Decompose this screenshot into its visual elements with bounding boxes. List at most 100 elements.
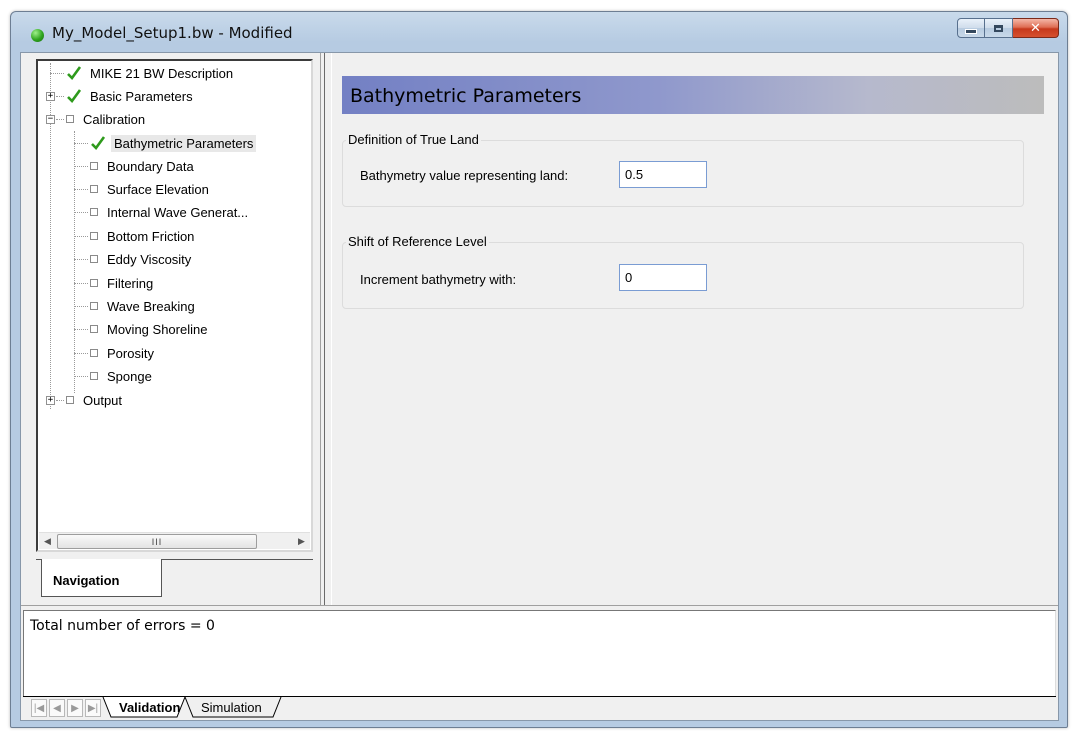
tree-item-label: Eddy Viscosity — [107, 251, 192, 267]
increment-bathymetry-input[interactable] — [619, 264, 707, 291]
main-panel: Bathymetric Parameters Definition of Tru… — [333, 53, 1058, 605]
tree-line — [74, 329, 88, 330]
tree-item-label: Surface Elevation — [107, 181, 209, 197]
tree-item-bottom-friction[interactable]: Bottom Friction — [38, 224, 197, 248]
page-title: Bathymetric Parameters — [342, 76, 1044, 114]
tree-item-label: Sponge — [107, 368, 152, 384]
tree-item-porosity[interactable]: Porosity — [38, 341, 157, 365]
tree-line — [74, 189, 88, 190]
app-window: My_Model_Setup1.bw - Modified ✕ MIKE 21 … — [10, 11, 1068, 728]
error-count-text: Total number of errors = 0 — [30, 618, 215, 634]
tree-item-bathymetric-parameters[interactable]: Bathymetric Parameters — [38, 131, 257, 155]
tree-item-label: Basic Parameters — [90, 88, 193, 104]
close-icon: ✕ — [1030, 20, 1041, 35]
minimize-button[interactable] — [957, 18, 985, 38]
unchecked-box-icon — [90, 349, 98, 357]
prev-tab-icon[interactable]: ◀ — [49, 699, 65, 717]
unchecked-box-icon — [90, 185, 98, 193]
tree-item-label: MIKE 21 BW Description — [90, 65, 234, 81]
pane-splitter[interactable] — [320, 53, 332, 605]
tree-line — [74, 166, 88, 167]
unchecked-box-icon — [66, 115, 74, 123]
tree-item-label: Bottom Friction — [107, 228, 195, 244]
first-tab-icon[interactable]: |◀ — [31, 699, 47, 717]
navigation-tree[interactable]: MIKE 21 BW Description + Basic Parameter… — [36, 59, 313, 552]
minimize-icon — [965, 28, 977, 34]
tree-item-moving-shoreline[interactable]: Moving Shoreline — [38, 317, 210, 341]
tree-item-internal-wave-generation[interactable]: Internal Wave Generat... — [38, 200, 251, 224]
output-log[interactable]: Total number of errors = 0 — [23, 610, 1056, 696]
tree-item-label: Output — [83, 392, 123, 408]
output-tabstrip: |◀ ◀ ▶ ▶| Validation Simulation — [23, 696, 1056, 720]
tree-item-label: Boundary Data — [107, 158, 194, 174]
tree-item-basic-parameters[interactable]: + Basic Parameters — [38, 84, 196, 108]
title-bar[interactable]: My_Model_Setup1.bw - Modified ✕ — [11, 12, 1067, 52]
tree-line — [74, 376, 88, 377]
close-button[interactable]: ✕ — [1013, 18, 1059, 38]
window-controls: ✕ — [957, 18, 1059, 40]
tree-line — [50, 73, 64, 74]
tree-line — [56, 400, 64, 401]
tree-item-label: Filtering — [107, 275, 154, 291]
tree-line — [74, 143, 88, 144]
reference-level-group: Shift of Reference Level Increment bathy… — [342, 234, 1024, 309]
check-icon — [67, 66, 82, 80]
check-icon — [67, 89, 82, 103]
tree-item-label: Calibration — [83, 111, 146, 127]
tab-simulation[interactable]: Simulation — [201, 697, 262, 719]
expand-icon[interactable]: + — [46, 396, 55, 405]
tree-item-mike21-description[interactable]: MIKE 21 BW Description — [38, 61, 236, 85]
scroll-thumb[interactable]: III — [57, 534, 257, 549]
scroll-right-icon[interactable]: ▶ — [293, 533, 310, 550]
check-icon — [91, 136, 106, 150]
tab-navigation[interactable]: Navigation — [41, 559, 162, 597]
group-legend: Shift of Reference Level — [346, 234, 489, 249]
land-bathymetry-input[interactable] — [619, 161, 707, 188]
tree-item-label: Wave Breaking — [107, 298, 195, 314]
unchecked-box-icon — [66, 396, 74, 404]
tree-line — [74, 212, 88, 213]
tree-line — [56, 119, 64, 120]
tree-item-boundary-data[interactable]: Boundary Data — [38, 154, 197, 178]
tree-line — [74, 306, 88, 307]
tree-item-label: Internal Wave Generat... — [107, 204, 249, 220]
expand-icon[interactable]: + — [46, 92, 55, 101]
last-tab-icon[interactable]: ▶| — [85, 699, 101, 717]
unchecked-box-icon — [90, 302, 98, 310]
next-tab-icon[interactable]: ▶ — [67, 699, 83, 717]
tree-line — [74, 236, 88, 237]
tree-item-output[interactable]: + Output — [38, 388, 125, 412]
window-title: My_Model_Setup1.bw - Modified — [52, 24, 293, 42]
tree-item-calibration[interactable]: − Calibration — [38, 107, 148, 131]
tree-line — [56, 96, 64, 97]
unchecked-box-icon — [90, 372, 98, 380]
tree-line — [74, 283, 88, 284]
group-legend: Definition of True Land — [346, 132, 481, 147]
tree-item-wave-breaking[interactable]: Wave Breaking — [38, 294, 198, 318]
tree-item-eddy-viscosity[interactable]: Eddy Viscosity — [38, 247, 194, 271]
collapse-icon[interactable]: − — [46, 115, 55, 124]
field-label: Bathymetry value representing land: — [360, 168, 569, 183]
navigation-pane: MIKE 21 BW Description + Basic Parameter… — [21, 53, 320, 605]
tree-horizontal-scrollbar[interactable]: ◀ III ▶ — [39, 532, 310, 549]
maximize-button[interactable] — [985, 18, 1013, 38]
tab-validation[interactable]: Validation — [119, 697, 180, 719]
scroll-grip-icon: III — [151, 536, 163, 547]
unchecked-box-icon — [90, 232, 98, 240]
tree-item-surface-elevation[interactable]: Surface Elevation — [38, 177, 212, 201]
tree-line — [74, 353, 88, 354]
unchecked-box-icon — [90, 162, 98, 170]
tree-line — [74, 259, 88, 260]
tree-item-label: Bathymetric Parameters — [111, 134, 257, 152]
scroll-left-icon[interactable]: ◀ — [39, 533, 56, 550]
true-land-group: Definition of True Land Bathymetry value… — [342, 132, 1024, 207]
unchecked-box-icon — [90, 255, 98, 263]
tree-item-label: Porosity — [107, 345, 154, 361]
field-label: Increment bathymetry with: — [360, 272, 517, 287]
maximize-icon — [994, 24, 1003, 32]
unchecked-box-icon — [90, 279, 98, 287]
tree-item-sponge[interactable]: Sponge — [38, 364, 155, 388]
tree-item-filtering[interactable]: Filtering — [38, 271, 156, 295]
client-area: MIKE 21 BW Description + Basic Parameter… — [20, 52, 1059, 721]
unchecked-box-icon — [90, 325, 98, 333]
